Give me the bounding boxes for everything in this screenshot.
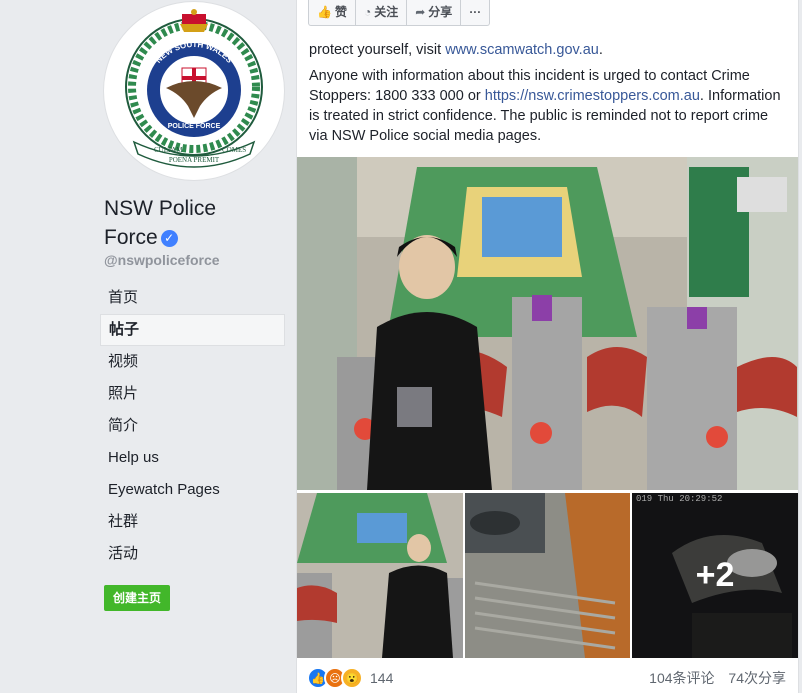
profile-logo[interactable]: NEW SOUTH WALES POLICE FORCE CULPAM POEN… — [104, 2, 284, 180]
svg-text:POLICE FORCE: POLICE FORCE — [168, 123, 221, 130]
like-label: 赞 — [334, 5, 347, 19]
reactions-summary[interactable]: 👍 ☹ 😮 144 — [307, 666, 393, 690]
rss-icon: ◔ — [363, 5, 372, 19]
thumbnail-photo-3-more[interactable]: 019 Thu 20:29:52 +2 — [632, 493, 798, 658]
svg-text:POENA PREMIT: POENA PREMIT — [169, 156, 220, 164]
reaction-count: 144 — [370, 670, 394, 686]
sidebar-item-home[interactable]: 首页 — [100, 282, 285, 314]
follow-button[interactable]: ◔ 关注 — [356, 0, 408, 25]
sidebar-item-photos[interactable]: 照片 — [100, 378, 285, 410]
main-cctv-photo[interactable] — [297, 157, 798, 490]
sidebar-item-community[interactable]: 社群 — [100, 506, 285, 538]
cctv-thumbnail-gate — [297, 493, 463, 658]
like-button[interactable]: 👍 赞 — [309, 0, 356, 25]
svg-text:COMES: COMES — [222, 146, 246, 154]
crown-icon — [180, 9, 208, 32]
sidebar-item-help-us[interactable]: Help us — [100, 442, 285, 474]
thumbs-up-icon: 👍 — [317, 5, 332, 19]
post-body: protect yourself, visit www.scamwatch.go… — [309, 40, 789, 152]
cctv-thumbnail-stairs — [465, 493, 630, 658]
shares-count-link[interactable]: 74次分享 — [728, 670, 786, 686]
post-text-fragment: protect yourself, visit — [309, 42, 446, 58]
share-label: 分享 — [428, 5, 453, 19]
sidebar-item-events[interactable]: 活动 — [100, 538, 285, 570]
sidebar-item-posts[interactable]: 帖子 — [100, 314, 285, 346]
more-photos-overlay[interactable]: +2 — [632, 493, 798, 658]
post-paragraph: Anyone with information about this incid… — [309, 66, 789, 146]
page-action-bar: 👍 赞 ◔ 关注 ➦ 分享 ··· — [308, 0, 491, 26]
post-stats: 104条评论 74次分享 — [639, 668, 786, 688]
comments-count-link[interactable]: 104条评论 — [649, 670, 714, 686]
crimestoppers-link[interactable]: https://nsw.crimestoppers.com.au — [485, 88, 700, 104]
wow-reaction-icon: 😮 — [341, 667, 363, 689]
post-card: 👍 赞 ◔ 关注 ➦ 分享 ··· protect yourself, visit w… — [296, 0, 799, 693]
share-arrow-icon: ➦ — [415, 5, 426, 19]
follow-label: 关注 — [374, 5, 399, 19]
create-page-button[interactable]: 创建主页 — [104, 585, 171, 611]
verified-badge-icon: ✓ — [160, 230, 178, 247]
page-name-text[interactable]: NSW Police Force — [104, 197, 216, 249]
post-text-fragment: . — [598, 42, 603, 58]
page-title[interactable]: NSW Police Force ✓ — [104, 194, 274, 252]
nsw-police-badge: NEW SOUTH WALES POLICE FORCE CULPAM POEN… — [125, 9, 263, 168]
svg-text:CULPAM: CULPAM — [154, 146, 183, 154]
thumbnail-photo-2[interactable] — [465, 493, 630, 658]
photo-thumbnails: 019 Thu 20:29:52 +2 — [297, 493, 798, 658]
sidebar-item-videos[interactable]: 视频 — [100, 346, 285, 378]
left-column: NEW SOUTH WALES POLICE FORCE CULPAM POEN… — [0, 0, 296, 693]
share-button[interactable]: ➦ 分享 — [407, 0, 462, 25]
sidebar-nav: 首页 帖子 视频 照片 简介 Help us Eyewatch Pages 社群… — [100, 282, 285, 570]
sidebar-item-about[interactable]: 简介 — [100, 410, 285, 442]
more-options-button[interactable]: ··· — [461, 0, 489, 25]
thumbnail-photo-1[interactable] — [297, 493, 463, 658]
post-paragraph: protect yourself, visit www.scamwatch.go… — [309, 40, 789, 60]
page-handle: @nswpoliceforce — [104, 252, 220, 268]
scamwatch-link[interactable]: www.scamwatch.gov.au — [445, 42, 599, 58]
sidebar-item-eyewatch-pages[interactable]: Eyewatch Pages — [100, 474, 285, 506]
